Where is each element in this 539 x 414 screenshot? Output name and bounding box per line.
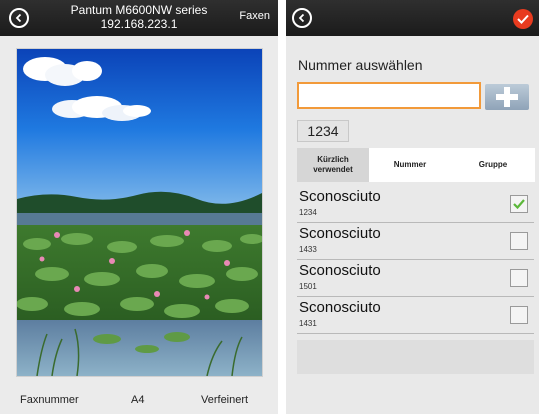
chevron-left-icon — [298, 13, 305, 23]
contact-number: 1431 — [299, 319, 317, 328]
checkmark-icon — [517, 14, 529, 24]
back-button[interactable] — [292, 8, 312, 28]
tab-number[interactable]: Nummer — [369, 148, 451, 182]
list-item[interactable]: Sconosciuto 1431 — [297, 297, 534, 334]
contact-name: Sconosciuto — [299, 225, 381, 242]
fax-preview-screen: Pantum M6600NW series 192.168.223.1 Faxe… — [0, 0, 278, 414]
add-number-button[interactable] — [485, 84, 529, 110]
printer-title: Pantum M6600NW series 192.168.223.1 — [40, 3, 238, 31]
recent-number-chip[interactable]: 1234 — [297, 120, 349, 142]
checkmark-icon — [513, 199, 525, 210]
select-number-title: Nummer auswählen — [298, 57, 423, 73]
printer-ip: 192.168.223.1 — [100, 17, 178, 31]
tab-label: Kürzlich — [317, 155, 349, 164]
document-preview — [16, 48, 263, 377]
tab-recent[interactable]: Kürzlich verwendet — [297, 148, 369, 182]
contact-name: Sconosciuto — [299, 188, 381, 205]
contact-checkbox[interactable] — [510, 232, 528, 250]
resolution-option[interactable]: Verfeinert — [201, 394, 248, 406]
printer-name: Pantum M6600NW series — [70, 3, 208, 17]
confirm-button[interactable] — [513, 9, 533, 29]
tab-group[interactable]: Gruppe — [451, 148, 535, 182]
tab-label: verwendet — [313, 165, 353, 174]
tab-label: Gruppe — [478, 160, 508, 169]
back-button[interactable] — [9, 8, 29, 28]
contact-checkbox[interactable] — [510, 306, 528, 324]
contact-name: Sconosciuto — [299, 299, 381, 316]
chevron-left-icon — [15, 13, 22, 23]
contact-checkbox[interactable] — [510, 195, 528, 213]
fax-options-bar: Faxnummer A4 Verfeinert — [0, 384, 278, 414]
paper-size-option[interactable]: A4 — [131, 394, 144, 406]
contact-number: 1501 — [299, 282, 317, 291]
contact-checkbox[interactable] — [510, 269, 528, 287]
list-footer — [297, 340, 534, 374]
contact-number: 1433 — [299, 245, 317, 254]
top-bar: Pantum M6600NW series 192.168.223.1 Faxe… — [0, 0, 278, 36]
top-bar — [286, 0, 539, 36]
fax-number-option[interactable]: Faxnummer — [20, 394, 79, 406]
tab-label: Nummer — [393, 160, 427, 169]
list-item[interactable]: Sconosciuto 1433 — [297, 223, 534, 260]
list-item[interactable]: Sconosciuto 1234 — [297, 186, 534, 223]
landscape-photo — [17, 49, 262, 376]
list-item[interactable]: Sconosciuto 1501 — [297, 260, 534, 297]
fax-number-input[interactable] — [297, 82, 481, 109]
contact-tabs: Kürzlich verwendet Nummer Gruppe — [297, 148, 535, 182]
contact-number: 1234 — [299, 208, 317, 217]
select-number-screen: Nummer auswählen 1234 Kürzlich verwendet… — [286, 0, 539, 414]
contact-name: Sconosciuto — [299, 262, 381, 279]
send-fax-button[interactable]: Faxen — [239, 10, 270, 22]
